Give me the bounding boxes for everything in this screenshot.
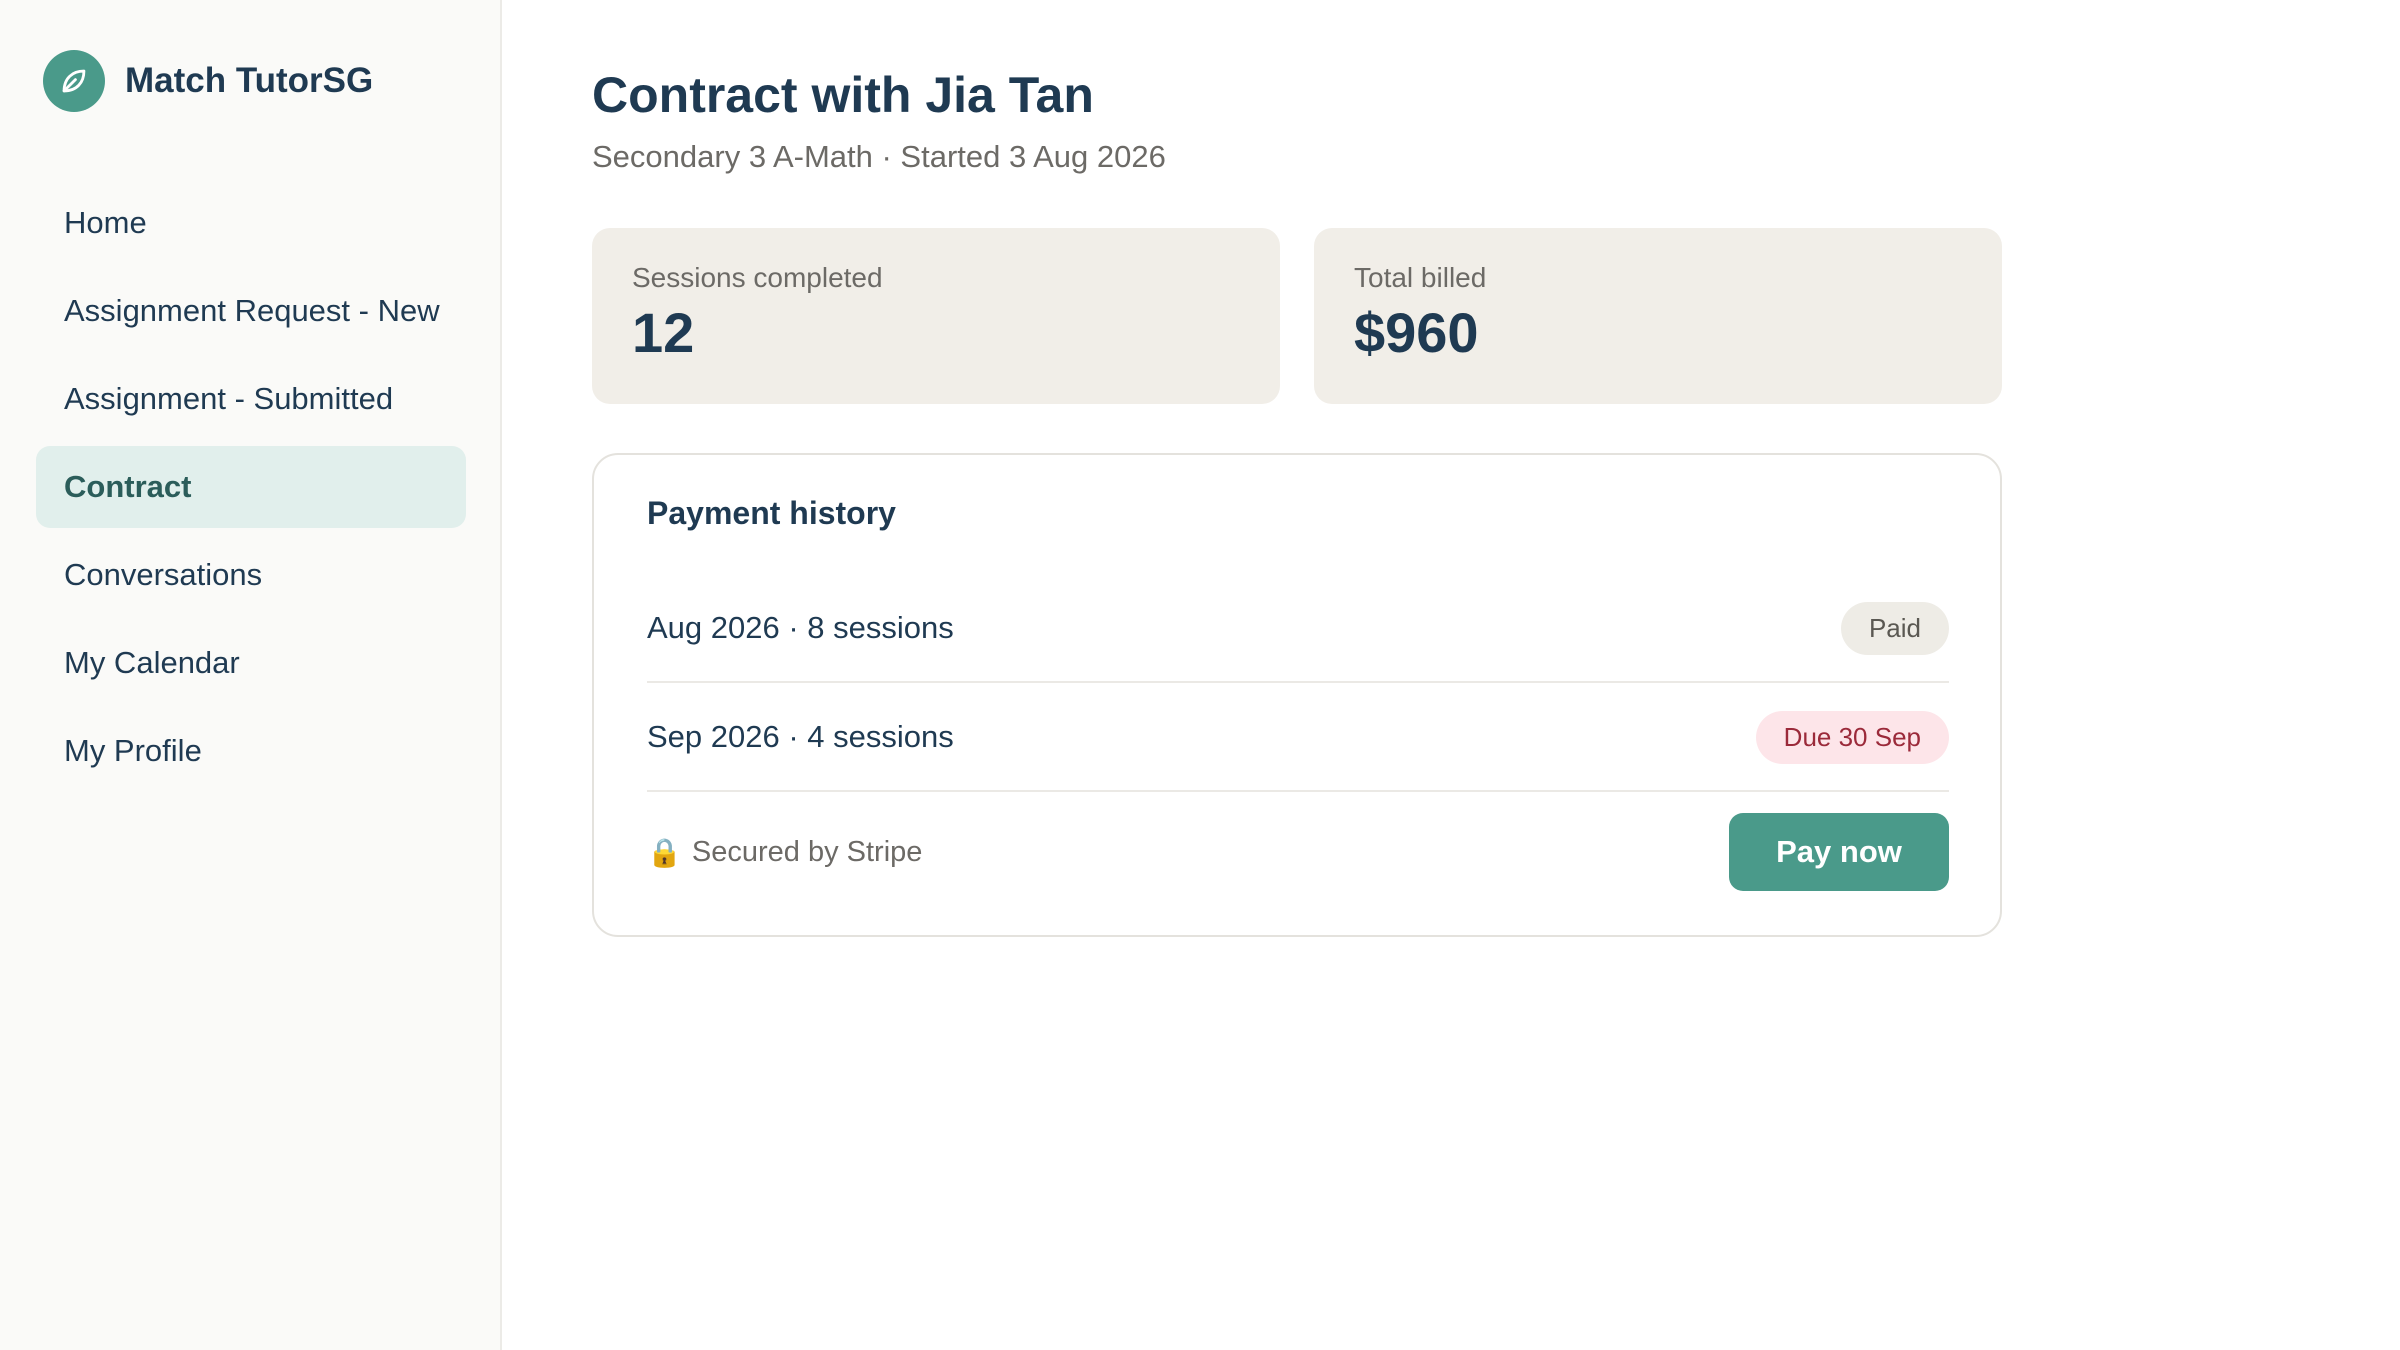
card-title: Payment history	[647, 495, 896, 531]
brand[interactable]: Match TutorSG	[43, 50, 373, 112]
status-badge: Due 30 Sep	[1755, 710, 1949, 764]
sidebar-item-home[interactable]: Home	[36, 182, 466, 264]
brand-name: Match TutorSG	[125, 61, 374, 100]
sidebar-item-contract[interactable]: Contract	[36, 446, 466, 528]
lock-icon: 🔒	[647, 836, 682, 868]
sidebar: Match TutorSG Home Assignment Request - …	[0, 0, 502, 1350]
stat-value: $960	[1354, 301, 1479, 364]
sidebar-item-conversations[interactable]: Conversations	[36, 534, 466, 616]
status-badge: Paid	[1840, 601, 1949, 655]
sidebar-item-assignment-request-new[interactable]: Assignment Request - New	[36, 270, 466, 352]
secured-note: 🔒 Secured by Stripe	[647, 836, 922, 869]
payment-row: Aug 2026 · 8 sessions Paid	[647, 575, 1949, 683]
sessions-completed-card: Sessions completed 12	[592, 228, 1280, 404]
sidebar-item-assignment-submitted[interactable]: Assignment - Submitted	[36, 358, 466, 440]
stat-label: Total billed	[1354, 262, 1487, 293]
page-title: Contract with Jia Tan	[592, 67, 1094, 123]
payment-period: Sep 2026 · 4 sessions	[647, 719, 954, 754]
secured-text: Secured by Stripe	[691, 835, 923, 868]
sidebar-nav: Home Assignment Request - New Assignment…	[36, 182, 466, 798]
stat-label: Sessions completed	[632, 262, 883, 293]
payment-period: Aug 2026 · 8 sessions	[647, 610, 954, 645]
payment-row: Sep 2026 · 4 sessions Due 30 Sep	[647, 684, 1949, 792]
payment-footer: 🔒 Secured by Stripe Pay now	[647, 813, 1949, 891]
sidebar-item-my-calendar[interactable]: My Calendar	[36, 622, 466, 704]
sidebar-item-my-profile[interactable]: My Profile	[36, 710, 466, 792]
total-billed-card: Total billed $960	[1314, 228, 2002, 404]
page-subtitle: Secondary 3 A-Math · Started 3 Aug 2026	[592, 139, 1166, 174]
payment-history-card: Payment history Aug 2026 · 8 sessions Pa…	[592, 453, 2002, 937]
stat-value: 12	[632, 301, 695, 364]
pay-now-button[interactable]: Pay now	[1729, 813, 1949, 891]
leaf-icon	[43, 50, 105, 112]
